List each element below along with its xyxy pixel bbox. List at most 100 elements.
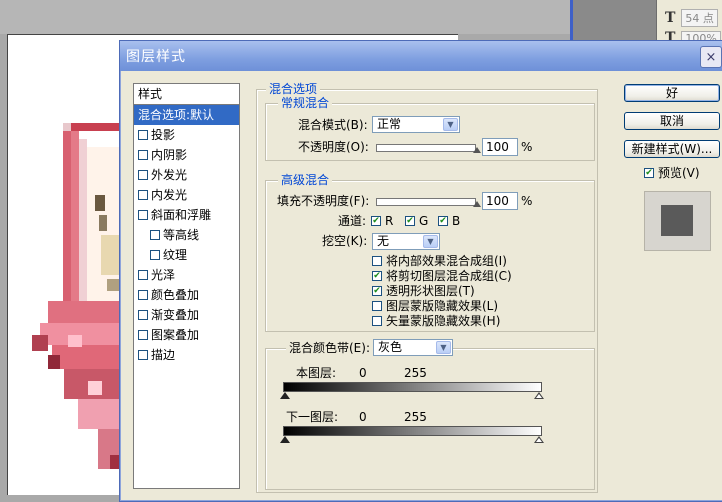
underlying-layer-low-value: 0 (359, 410, 367, 424)
underlying-layer-high-value: 255 (404, 410, 427, 424)
channel-r[interactable]: R (371, 214, 393, 228)
style-item[interactable]: 内阴影 (134, 145, 239, 165)
fill-slider-thumb[interactable] (473, 201, 481, 207)
fill-opacity-label: 填充不透明度(F): (277, 194, 370, 208)
advanced-option-label: 将剪切图层混合成组(C) (386, 269, 512, 283)
blend-if-label: 混合颜色带(E): (286, 340, 373, 356)
channel-r-checkbox[interactable] (371, 216, 381, 226)
style-items: 混合选项:默认投影内阴影外发光内发光斜面和浮雕等高线纹理光泽颜色叠加渐变叠加图案… (134, 105, 239, 365)
style-item-checkbox[interactable] (138, 270, 148, 280)
opacity-slider[interactable] (376, 144, 481, 153)
style-item-label: 等高线 (163, 228, 200, 242)
workspace-panel (573, 0, 656, 40)
channel-b[interactable]: B (438, 214, 460, 228)
chevron-down-icon: ▼ (423, 235, 438, 248)
style-item-label: 纹理 (163, 248, 188, 262)
style-item-checkbox[interactable] (150, 230, 160, 240)
preview-toggle[interactable]: 预览(V) (644, 166, 700, 180)
knockout-select[interactable]: 无 ▼ (372, 233, 440, 250)
underlying-layer-gradient (283, 426, 542, 436)
blend-if-select[interactable]: 灰色 ▼ (373, 339, 453, 356)
style-item-checkbox[interactable] (138, 190, 148, 200)
style-item[interactable]: 描边 (134, 345, 239, 365)
dialog-titlebar[interactable]: 图层样式 (120, 41, 722, 71)
advanced-option[interactable]: 矢量蒙版隐藏效果(H) (372, 314, 500, 328)
style-item-label: 内发光 (151, 188, 188, 202)
ok-button[interactable]: 好 (624, 84, 720, 102)
this-layer-high-value: 255 (404, 366, 427, 380)
style-item-checkbox[interactable] (138, 290, 148, 300)
styles-header[interactable]: 样式 (134, 84, 239, 105)
advanced-option-label: 矢量蒙版隐藏效果(H) (386, 314, 501, 328)
style-item-label: 图案叠加 (151, 328, 200, 342)
advanced-option-checkbox[interactable] (372, 301, 382, 311)
style-preview-thumbnail (644, 191, 711, 251)
this-layer-black-slider[interactable] (280, 392, 290, 399)
style-item[interactable]: 斜面和浮雕 (134, 205, 239, 225)
advanced-option-checkbox[interactable] (372, 316, 382, 326)
advanced-option[interactable]: 透明形状图层(T) (372, 284, 475, 298)
style-item[interactable]: 渐变叠加 (134, 305, 239, 325)
advanced-option-label: 将内部效果混合成组(I) (386, 254, 507, 268)
style-item-checkbox[interactable] (138, 350, 148, 360)
style-item[interactable]: 图案叠加 (134, 325, 239, 345)
underlying-layer-black-slider[interactable] (280, 436, 290, 443)
blend-mode-value: 正常 (377, 117, 402, 131)
opacity-input[interactable]: 100 (482, 138, 518, 156)
advanced-option-checkbox[interactable] (372, 256, 382, 266)
style-item-checkbox[interactable] (138, 330, 148, 340)
style-item[interactable]: 颜色叠加 (134, 285, 239, 305)
style-item[interactable]: 内发光 (134, 185, 239, 205)
style-item-label: 渐变叠加 (151, 308, 200, 322)
advanced-option[interactable]: 将剪切图层混合成组(C) (372, 269, 512, 283)
channel-g[interactable]: G (405, 214, 428, 228)
advanced-option-checkbox[interactable] (372, 271, 382, 281)
preview-checkbox[interactable] (644, 168, 654, 178)
style-item[interactable]: 等高线 (134, 225, 239, 245)
underlying-layer-white-slider[interactable] (534, 436, 544, 443)
channels-label: 通道: (338, 214, 367, 228)
style-item-checkbox[interactable] (138, 210, 148, 220)
style-item-label: 光泽 (151, 268, 176, 282)
close-button[interactable]: × (700, 46, 722, 68)
fill-opacity-slider[interactable] (376, 198, 481, 207)
workspace-background (0, 0, 570, 34)
opacity-unit: % (521, 140, 533, 154)
font-size-field[interactable]: 54 点 (681, 9, 718, 27)
channel-b-label: B (452, 214, 461, 228)
style-item[interactable]: 混合选项:默认 (134, 105, 239, 125)
style-item[interactable]: 投影 (134, 125, 239, 145)
style-item[interactable]: 外发光 (134, 165, 239, 185)
text-options-bar: T 54 点 T 100% (656, 0, 722, 46)
fill-opacity-input[interactable]: 100 (482, 192, 518, 210)
style-item-label: 外发光 (151, 168, 188, 182)
style-item[interactable]: 纹理 (134, 245, 239, 265)
this-layer-label: 本图层: (296, 366, 337, 380)
channel-g-checkbox[interactable] (405, 216, 415, 226)
font-size-row[interactable]: T 54 点 (665, 9, 721, 27)
channel-b-checkbox[interactable] (438, 216, 448, 226)
styles-list: 样式 混合选项:默认投影内阴影外发光内发光斜面和浮雕等高线纹理光泽颜色叠加渐变叠… (133, 83, 240, 489)
new-style-button[interactable]: 新建样式(W)... (624, 140, 720, 158)
style-item-checkbox[interactable] (138, 130, 148, 140)
fill-opacity-unit: % (521, 194, 533, 208)
advanced-option[interactable]: 将内部效果混合成组(I) (372, 254, 507, 268)
style-item[interactable]: 光泽 (134, 265, 239, 285)
this-layer-gradient (283, 382, 542, 392)
style-item-checkbox[interactable] (150, 250, 160, 260)
style-item-checkbox[interactable] (138, 170, 148, 180)
style-item-label: 投影 (151, 128, 176, 142)
blend-mode-select[interactable]: 正常 ▼ (372, 116, 460, 133)
advanced-option[interactable]: 图层蒙版隐藏效果(L) (372, 299, 498, 313)
cancel-button[interactable]: 取消 (624, 112, 720, 130)
channel-r-label: R (385, 214, 394, 228)
style-item-label: 斜面和浮雕 (151, 208, 212, 222)
style-item-checkbox[interactable] (138, 310, 148, 320)
blend-mode-label: 混合模式(B): (298, 118, 368, 132)
opacity-slider-thumb[interactable] (473, 147, 481, 153)
style-item-checkbox[interactable] (138, 150, 148, 160)
chevron-down-icon: ▼ (436, 341, 451, 354)
advanced-option-checkbox[interactable] (372, 286, 382, 296)
this-layer-white-slider[interactable] (534, 392, 544, 399)
close-icon: × (705, 49, 717, 65)
